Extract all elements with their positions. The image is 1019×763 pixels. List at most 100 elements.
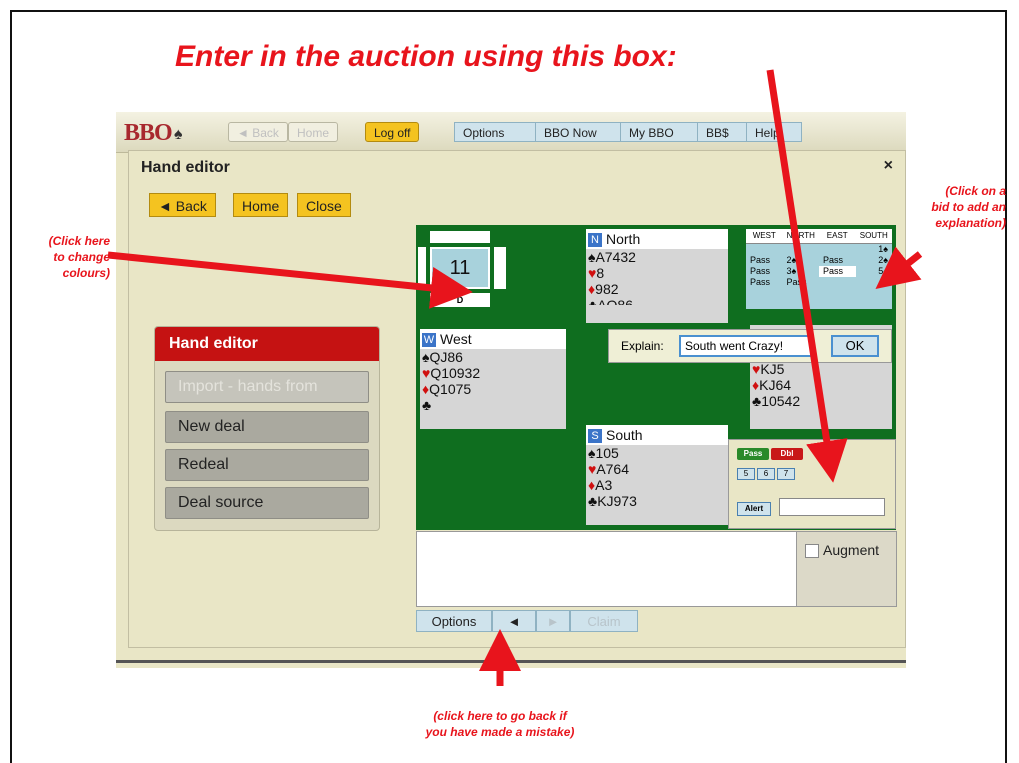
- board-number-box[interactable]: 11: [430, 247, 490, 289]
- left-arrow-icon: ◄: [507, 614, 521, 629]
- menu-item-redeal[interactable]: Redeal: [165, 449, 369, 481]
- forward-button[interactable]: ►: [536, 610, 570, 632]
- club-icon: ♣: [752, 393, 762, 409]
- south-header: S South: [586, 425, 728, 445]
- auction-call[interactable]: 2♠: [856, 255, 893, 266]
- auction-call[interactable]: Pass: [819, 255, 856, 266]
- bbo-logo: BBO: [124, 120, 173, 146]
- auction-call[interactable]: Pass: [746, 266, 783, 277]
- alert-button[interactable]: Alert: [737, 502, 771, 516]
- auction-call[interactable]: [746, 244, 783, 255]
- west-hearts-cards: Q10932: [430, 365, 481, 381]
- help-button[interactable]: Help: [746, 122, 802, 142]
- alert-input[interactable]: [779, 498, 885, 516]
- auction-call[interactable]: [819, 244, 856, 255]
- auction-call[interactable]: [856, 277, 893, 288]
- south-diamonds: ♦A3: [586, 477, 728, 493]
- auction-call[interactable]: Pass: [746, 277, 783, 288]
- level-button-7[interactable]: 7: [777, 468, 795, 480]
- south-spades: ♠105: [586, 445, 728, 461]
- bbs-button[interactable]: BB$: [697, 122, 747, 142]
- seat-badge-west: W: [422, 333, 436, 347]
- explain-ok-button[interactable]: OK: [831, 335, 879, 357]
- auction-call[interactable]: 5♠: [856, 266, 893, 277]
- auction-row: 1♠: [746, 244, 892, 255]
- close-button[interactable]: Close: [297, 193, 351, 217]
- east-diamonds: ♦KJ64: [750, 377, 892, 393]
- auction-call[interactable]: 3♠: [783, 266, 820, 277]
- auction-call[interactable]: [819, 277, 856, 288]
- augment-checkbox[interactable]: [805, 544, 819, 558]
- east-diamonds-cards: KJ64: [759, 377, 792, 393]
- bbo-app-window: BBO ♠ ◄ Back Home Log off Options BBO No…: [116, 112, 906, 668]
- bottom-options-button[interactable]: Options: [416, 610, 492, 632]
- auction-call[interactable]: 1♠: [856, 244, 893, 255]
- explain-input[interactable]: [679, 335, 813, 357]
- auction-call[interactable]: [783, 244, 820, 255]
- panel-title: Hand editor: [141, 159, 230, 176]
- west-clubs: ♣: [420, 397, 566, 413]
- west-diamonds: ♦Q1075: [420, 381, 566, 397]
- auction-call[interactable]: Pass: [783, 277, 820, 288]
- divider-line: [116, 660, 906, 663]
- menu-header: Hand editor: [155, 327, 379, 361]
- auction-col-south: SOUTH: [859, 231, 888, 240]
- auction-row: Pass 2♠ Pass 2♠: [746, 255, 892, 266]
- north-hand: N North ♠A7432 ♥8 ♦982 ♣AQ86: [586, 229, 728, 323]
- level-button-5[interactable]: 5: [737, 468, 755, 480]
- explain-label: Explain:: [621, 339, 664, 353]
- pass-button[interactable]: Pass: [737, 448, 769, 460]
- undo-back-button[interactable]: ◄: [492, 610, 536, 632]
- east-hearts: ♥KJ5: [750, 361, 892, 377]
- compass-left-bar: [418, 247, 426, 289]
- north-diamonds: ♦982: [586, 281, 728, 297]
- south-hearts-cards: A764: [596, 461, 630, 477]
- menu-item-import[interactable]: Import - hands from: [165, 371, 369, 403]
- auction-col-east: EAST: [826, 231, 848, 240]
- annotation-bottom-note: (click here to go back if you have made …: [425, 709, 575, 739]
- compass-right-bar: [494, 247, 506, 289]
- level-button-6[interactable]: 6: [757, 468, 775, 480]
- east-clubs-cards: 10542: [761, 393, 801, 409]
- west-spades-cards: QJ86: [429, 349, 463, 365]
- logoff-button[interactable]: Log off: [365, 122, 420, 142]
- augment-label: Augment: [823, 542, 880, 558]
- bbo-now-button[interactable]: BBO Now: [535, 122, 621, 142]
- toolbar-options-button[interactable]: Options: [454, 122, 536, 142]
- menu-item-deal-source[interactable]: Deal source: [165, 487, 369, 519]
- auction-box: WEST NORTH EAST SOUTH 1♠ Pass 2♠ Pass 2♠ Pa…: [746, 229, 892, 309]
- auction-header: WEST NORTH EAST SOUTH: [746, 229, 892, 244]
- double-button[interactable]: Dbl: [771, 448, 803, 460]
- south-clubs-cards: KJ973: [597, 493, 637, 509]
- auction-row: Pass 3♠ Pass 5♠: [746, 266, 892, 277]
- seat-badge-south: S: [588, 429, 602, 443]
- south-clubs: ♣KJ973: [586, 493, 728, 509]
- auction-row: Pass Pass: [746, 277, 892, 288]
- toolbar-back-button[interactable]: ◄ Back: [228, 122, 288, 142]
- menu-item-new-deal[interactable]: New deal: [165, 411, 369, 443]
- auction-call[interactable]: Pass: [746, 255, 783, 266]
- close-icon[interactable]: ×: [884, 157, 893, 175]
- claim-button[interactable]: Claim: [570, 610, 638, 632]
- compass-top-bar: [430, 231, 490, 243]
- bidding-box: Pass Dbl 5 6 7 Alert: [728, 439, 896, 529]
- right-arrow-icon: ►: [546, 614, 560, 629]
- my-bbo-button[interactable]: My BBO: [620, 122, 698, 142]
- west-name: West: [440, 331, 472, 347]
- west-spades: ♠QJ86: [420, 349, 566, 365]
- annotation-right-note: (Click on a bid to add an explanation): [931, 184, 1006, 230]
- auction-call[interactable]: 2♠: [783, 255, 820, 266]
- south-name: South: [606, 427, 643, 443]
- north-clubs: ♣AQ86: [586, 297, 728, 305]
- south-diamonds-cards: A3: [595, 477, 613, 493]
- east-hearts-cards: KJ5: [760, 361, 785, 377]
- home-button[interactable]: Home: [233, 193, 289, 217]
- auction-col-north: NORTH: [786, 231, 815, 240]
- hand-editor-menu: Hand editor Import - hands from New deal…: [154, 326, 380, 531]
- west-header: W West: [420, 329, 566, 349]
- back-button[interactable]: ◄ Back: [149, 193, 216, 217]
- augment-box: Augment: [796, 531, 897, 607]
- north-spades-cards: A7432: [595, 249, 636, 265]
- auction-call[interactable]: Pass: [819, 266, 856, 277]
- toolbar-home-button[interactable]: Home: [288, 122, 339, 142]
